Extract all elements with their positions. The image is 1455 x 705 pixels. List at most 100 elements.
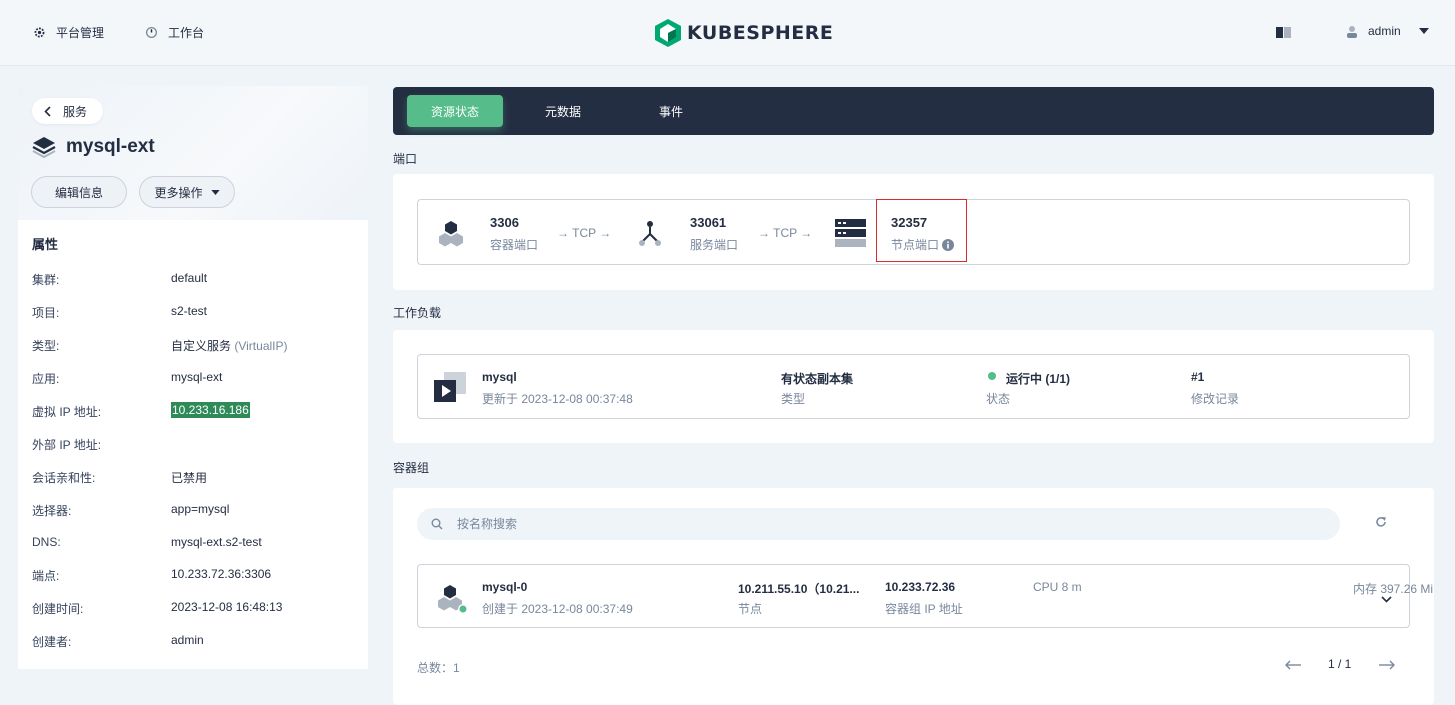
chevron-down-icon[interactable]	[1381, 596, 1392, 603]
workload-updated: 更新于 2023-12-08 00:37:48	[482, 392, 633, 406]
back-to-services-button[interactable]: 服务	[32, 98, 104, 124]
property-key: 应用:	[32, 372, 60, 386]
property-value-wrap: 10.233.16.186	[171, 402, 250, 418]
pods-card: mysql-0 创建于 2023-12-08 00:37:49 10.211.5…	[393, 488, 1434, 705]
platform-management-link[interactable]: 平台管理	[33, 24, 104, 41]
property-key: DNS:	[32, 535, 61, 549]
pod-cubes-icon	[438, 585, 468, 614]
property-key: 类型:	[32, 339, 60, 353]
property-key: 虚拟 IP 地址:	[32, 405, 102, 419]
property-endpoints: 端点: 10.233.72.36:3306	[32, 567, 352, 587]
tab-events[interactable]: 事件	[623, 95, 719, 127]
property-key: 端点:	[32, 569, 60, 583]
property-value[interactable]: 10.233.16.186	[171, 402, 250, 418]
property-value: admin	[171, 633, 204, 647]
tab-resource-status[interactable]: 资源状态	[407, 95, 503, 127]
workload-status-label: 状态	[986, 392, 1011, 406]
tab-metadata[interactable]: 元数据	[515, 95, 611, 127]
property-value: 已禁用	[171, 471, 208, 485]
node-server-icon	[835, 219, 866, 247]
container-port-label: 容器端口	[490, 238, 539, 252]
property-value: mysql-ext.s2-test	[171, 535, 262, 549]
container-port: 3306	[490, 215, 519, 230]
pods-section-title: 容器组	[393, 461, 430, 475]
property-virtual-ip: 虚拟 IP 地址: 10.233.16.186	[32, 402, 352, 423]
property-cluster: 集群: default	[32, 271, 352, 291]
pod-search-bar[interactable]	[417, 508, 1340, 540]
property-dns: DNS: mysql-ext.s2-test	[32, 535, 352, 555]
workload-kind: 有状态副本集	[781, 372, 854, 386]
page-indicator: 1 / 1	[1328, 657, 1352, 671]
kubesphere-logo[interactable]: KUBESPHERE	[655, 19, 833, 47]
user-menu[interactable]: admin	[1346, 24, 1429, 38]
top-bar: 平台管理 工作台 KUBESPHERE admin	[0, 0, 1455, 66]
running-status-dot	[988, 372, 996, 380]
logo-text: KUBESPHERE	[687, 22, 834, 44]
property-value: s2-test	[171, 304, 208, 318]
tcp-arrow: → TCP →	[557, 226, 612, 240]
pod-created: 创建于 2023-12-08 00:37:49	[482, 602, 633, 616]
pod-row[interactable]: mysql-0 创建于 2023-12-08 00:37:49 10.211.5…	[417, 564, 1433, 628]
property-created-time: 创建时间: 2023-12-08 16:48:13	[32, 600, 352, 620]
workload-section-title: 工作负载	[393, 306, 442, 320]
pod-name[interactable]: mysql-0	[482, 580, 527, 594]
next-page-arrow-icon[interactable]	[1378, 660, 1396, 670]
property-key: 项目:	[32, 306, 60, 320]
property-key: 集群:	[32, 273, 60, 287]
node-port-label-wrap: 节点端口	[891, 236, 955, 253]
ports-card: 3306 容器端口 → TCP → 33061 服务端口 → TCP → 323…	[393, 174, 1434, 290]
caret-down-icon	[1418, 28, 1429, 34]
gear-icon	[34, 27, 45, 38]
property-key: 创建时间:	[32, 602, 84, 616]
documentation-icon[interactable]	[1276, 26, 1291, 39]
platform-management-label: 平台管理	[56, 26, 105, 40]
property-selector: 选择器: app=mysql	[32, 502, 352, 522]
property-app: 应用: mysql-ext	[32, 370, 352, 390]
property-value-extra: (VirtualIP)	[234, 339, 288, 353]
more-actions-button[interactable]: 更多操作	[139, 176, 235, 208]
pod-ip-label: 容器组 IP 地址	[885, 602, 963, 616]
back-label: 服务	[63, 104, 88, 119]
service-port: 33061	[690, 215, 727, 230]
pod-search-input[interactable]	[457, 517, 1317, 531]
pod-node: 10.211.55.10（10.21...	[738, 582, 860, 596]
node-port: 32357	[891, 215, 928, 230]
property-type: 类型: 自定义服务 (VirtualIP)	[32, 337, 352, 357]
detail-tabs: 资源状态 元数据 事件	[393, 87, 1434, 135]
prev-page-arrow-icon[interactable]	[1284, 660, 1302, 670]
resource-name: mysql-ext	[66, 136, 155, 157]
tcp-arrow: → TCP →	[758, 226, 813, 240]
property-creator: 创建者: admin	[32, 633, 352, 653]
property-value-wrap: 自定义服务 (VirtualIP)	[171, 337, 288, 354]
workload-revision-label: 修改记录	[1191, 392, 1240, 406]
service-topology-icon	[639, 221, 661, 246]
property-value: 10.233.72.36:3306	[171, 567, 272, 581]
edit-info-button[interactable]: 编辑信息	[31, 176, 127, 208]
workload-revision: #1	[1191, 370, 1205, 384]
info-icon[interactable]	[942, 238, 955, 251]
port-mapping-row: 3306 容器端口 → TCP → 33061 服务端口 → TCP → 323…	[417, 199, 1410, 265]
workload-name[interactable]: mysql	[482, 370, 517, 384]
workload-kind-label: 类型	[781, 392, 806, 406]
service-port-label: 服务端口	[690, 238, 739, 252]
pods-total: 总数：1	[417, 661, 460, 675]
statefulset-icon	[434, 372, 466, 402]
user-name: admin	[1368, 24, 1401, 38]
properties-title: 属性	[32, 237, 59, 252]
property-value: 2023-12-08 16:48:13	[171, 600, 283, 614]
pod-memory: 内存 397.26 Mi	[1353, 582, 1434, 596]
property-key: 创建者:	[32, 635, 72, 649]
workload-row[interactable]: mysql 更新于 2023-12-08 00:37:48 有状态副本集 类型 …	[417, 354, 1410, 419]
kubesphere-logo-icon	[655, 19, 681, 47]
property-key: 外部 IP 地址:	[32, 438, 102, 452]
property-session-affinity: 会话亲和性: 已禁用	[32, 469, 352, 489]
property-project: 项目: s2-test	[32, 304, 352, 324]
refresh-icon[interactable]	[1375, 516, 1387, 528]
property-value: app=mysql	[171, 502, 230, 516]
more-actions-label: 更多操作	[154, 185, 203, 200]
resource-title: mysql-ext	[32, 136, 155, 158]
search-icon	[431, 518, 443, 530]
property-key: 会话亲和性:	[32, 471, 96, 485]
workbench-link[interactable]: 工作台	[145, 24, 204, 41]
pod-cpu: CPU 8 m	[1033, 580, 1082, 594]
